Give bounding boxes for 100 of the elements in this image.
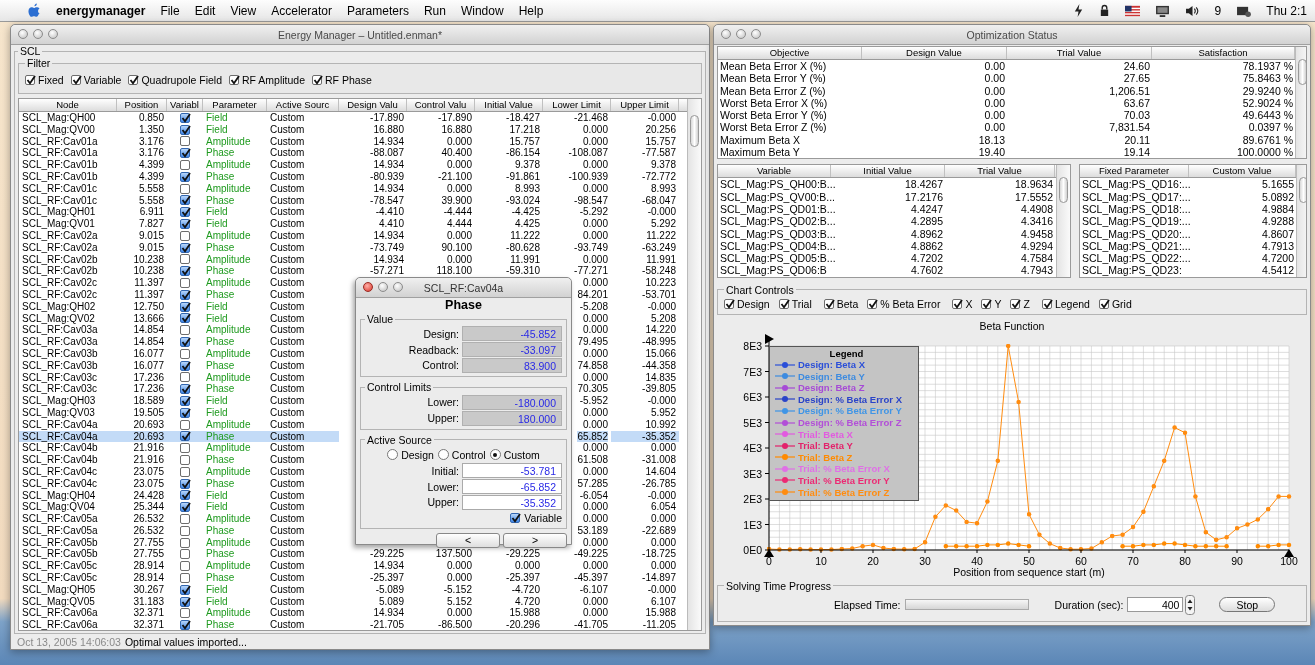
close-button[interactable]	[721, 29, 731, 39]
row-checkbox[interactable]	[180, 584, 190, 595]
close-button[interactable]	[363, 282, 373, 292]
table-cell[interactable]: SCL_RF:Cav01a	[19, 135, 117, 148]
flag-icon[interactable]	[1124, 4, 1140, 17]
row-checkbox[interactable]	[180, 254, 190, 265]
zoom-button[interactable]	[48, 29, 58, 39]
speaker-icon[interactable]	[1184, 4, 1200, 17]
nav-button[interactable]: >	[503, 533, 567, 549]
column-header[interactable]: Position	[117, 99, 167, 111]
stepper-icon[interactable]	[1185, 594, 1196, 615]
table-cell[interactable]: SCL_RF:Cav02c	[19, 288, 117, 301]
table-cell[interactable]: SCL_RF:Cav03a	[19, 336, 117, 348]
table-cell[interactable]: SCL_RF:Cav01b	[19, 159, 117, 171]
column-header[interactable]: Design Valu	[339, 99, 407, 111]
row-checkbox[interactable]	[180, 183, 190, 194]
checkbox[interactable]	[70, 75, 81, 85]
row-checkbox[interactable]	[180, 266, 190, 277]
row-checkbox[interactable]	[180, 289, 190, 300]
radio-button[interactable]	[387, 449, 399, 461]
row-checkbox[interactable]	[180, 549, 190, 560]
row-checkbox[interactable]	[180, 337, 190, 348]
display-icon[interactable]	[1154, 4, 1170, 17]
column-header[interactable]: Objective	[718, 47, 862, 59]
minimize-button[interactable]	[33, 29, 43, 39]
stop-button[interactable]: Stop	[1219, 597, 1276, 613]
menu-item[interactable]: File	[160, 3, 180, 18]
row-checkbox[interactable]	[180, 384, 190, 395]
row-checkbox[interactable]	[180, 596, 190, 607]
checkbox[interactable]	[1098, 298, 1109, 309]
table-cell[interactable]: SCL_RF:Cav01c	[19, 194, 117, 207]
menu-item[interactable]: Window	[460, 3, 504, 18]
input-field[interactable]: -65.852	[462, 479, 562, 495]
row-checkbox[interactable]	[180, 372, 190, 383]
column-header[interactable]: Active Sourc	[267, 99, 339, 111]
table-cell[interactable]: SCL_RF:Cav04b	[19, 442, 117, 455]
radio-button[interactable]	[437, 449, 449, 461]
table-cell[interactable]: SCL_RF:Cav02a	[19, 241, 117, 254]
table-cell[interactable]: SCL_RF:Cav04a	[19, 430, 117, 443]
column-header[interactable]: Variable	[718, 165, 831, 178]
checkbox[interactable]	[1010, 298, 1021, 309]
table-cell[interactable]: SCL_RF:Cav03c	[19, 383, 117, 396]
row-checkbox[interactable]	[180, 525, 190, 536]
row-checkbox[interactable]	[180, 443, 190, 454]
checkbox[interactable]	[25, 75, 35, 85]
table-cell[interactable]: SCL_Mag:QH03	[19, 395, 117, 407]
row-checkbox[interactable]	[180, 207, 190, 218]
table-cell[interactable]: SCL_RF:Cav04a	[19, 418, 117, 431]
table-cell[interactable]: SCL_Mag:QV05	[19, 595, 117, 608]
table-cell[interactable]: SCL_RF:Cav02a	[19, 229, 117, 242]
checkbox[interactable]	[981, 298, 992, 309]
table-cell[interactable]: SCL_Mag:QV03	[19, 406, 117, 419]
checkbox[interactable]	[1041, 298, 1052, 309]
table-cell[interactable]: SCL_RF:Cav01a	[19, 147, 117, 160]
menu-item[interactable]: Run	[423, 3, 446, 18]
checkbox[interactable]	[823, 298, 834, 309]
row-checkbox[interactable]	[180, 572, 190, 583]
checkbox[interactable]	[867, 298, 878, 309]
menu-item[interactable]: View	[230, 3, 257, 18]
duration-field[interactable]: 400	[1127, 597, 1184, 613]
table-cell[interactable]: SCL_RF:Cav06a	[19, 607, 117, 620]
row-checkbox[interactable]	[180, 313, 190, 324]
table-cell[interactable]: SCL_RF:Cav05b	[19, 536, 117, 549]
row-checkbox[interactable]	[180, 407, 190, 418]
table-cell[interactable]: SCL_RF:Cav02b	[19, 265, 117, 278]
table-cell[interactable]: SCL_RF:Cav01c	[19, 182, 117, 195]
table-cell[interactable]: SCL_RF:Cav05c	[19, 560, 117, 573]
table-cell[interactable]: SCL_RF:Cav01b	[19, 171, 117, 183]
radio-button[interactable]	[489, 449, 501, 461]
menu-item[interactable]: Edit	[194, 3, 216, 18]
table-cell[interactable]: SCL_Mag:QH00	[19, 112, 117, 124]
column-header[interactable]: Node	[19, 99, 117, 111]
table-cell[interactable]: SCL_RF:Cav05a	[19, 513, 117, 525]
table-cell[interactable]: SCL_RF:Cav04b	[19, 454, 117, 466]
checkbox[interactable]	[724, 298, 734, 309]
scrollbar[interactable]	[687, 99, 701, 630]
column-header[interactable]: Initial Value	[475, 99, 543, 111]
row-checkbox[interactable]	[180, 466, 190, 477]
column-header[interactable]: Lower Limit	[543, 99, 611, 111]
row-checkbox[interactable]	[180, 160, 190, 171]
table-cell[interactable]: SCL_RF:Cav02c	[19, 277, 117, 289]
menu-clock[interactable]: Thu 2:1	[1266, 3, 1307, 18]
scrollbar[interactable]	[1056, 165, 1070, 277]
row-checkbox[interactable]	[180, 396, 190, 406]
column-header[interactable]: Design Value	[862, 47, 1007, 59]
table-cell[interactable]: SCL_RF:Cav05a	[19, 524, 117, 537]
scrollbar[interactable]	[1295, 47, 1306, 159]
table-cell[interactable]: SCL_Mag:QH01	[19, 206, 117, 219]
table-cell[interactable]: SCL_RF:Cav06a	[19, 619, 117, 630]
column-header[interactable]: Initial Value	[831, 165, 945, 178]
lock-icon[interactable]	[1098, 4, 1110, 17]
row-checkbox[interactable]	[180, 608, 190, 619]
row-checkbox[interactable]	[180, 620, 190, 630]
checkbox[interactable]	[312, 75, 323, 85]
nav-button[interactable]: <	[436, 533, 500, 549]
row-checkbox[interactable]	[180, 537, 190, 548]
table-cell[interactable]: SCL_Mag:QV04	[19, 501, 117, 514]
checkbox[interactable]	[128, 75, 139, 85]
input-field[interactable]: -35.352	[462, 494, 562, 510]
table-cell[interactable]: SCL_Mag:QH05	[19, 583, 117, 596]
